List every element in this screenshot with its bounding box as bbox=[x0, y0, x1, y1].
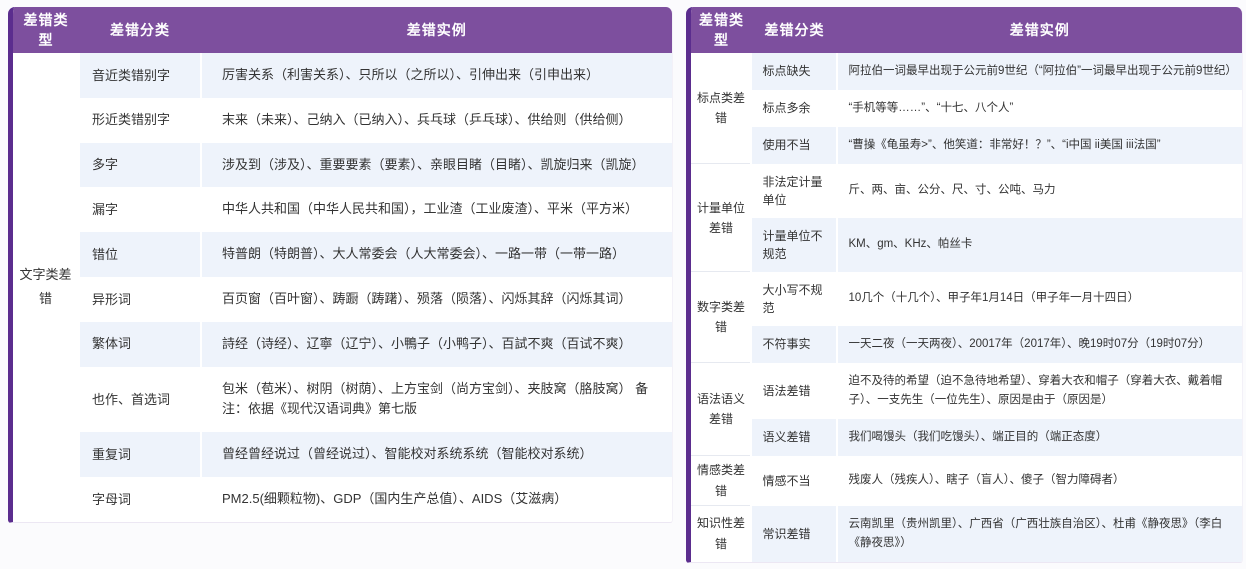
table-row: 异形词百页窗（百叶窗）、踌蹰（踌躇）、殒落（陨落）、闪烁其辞（闪烁其词） bbox=[13, 277, 672, 322]
error-example-cell: “曹操《龟虽寿>”、他笑道：非常好！？”、“i中国 ii美国 iii法国” bbox=[837, 127, 1242, 164]
table-row: 语义差错我们喝馒头（我们吃馒头）、端正目的（端正态度） bbox=[691, 419, 1242, 456]
error-example-cell: 末来（未来）、己纳入（已纳入）、兵乓球（乒乓球）、供给则（供给侧） bbox=[201, 98, 672, 143]
table-row: 错位特普朗（特朗普）、大人常委会（人大常委会）、一路一带（一带一路） bbox=[13, 232, 672, 277]
table-row: 情感类差错情感不当残废人（残疾人）、瞎子（盲人）、傻子（智力障碍者） bbox=[691, 456, 1242, 506]
error-example-cell: 残废人（残疾人）、瞎子（盲人）、傻子（智力障碍者） bbox=[837, 456, 1242, 506]
error-category-cell: 标点缺失 bbox=[751, 53, 837, 90]
other-error-table-card: 差错类型 差错分类 差错实例 标点类差错标点缺失阿拉伯一词最早出现于公元前9世纪… bbox=[686, 7, 1243, 563]
table-row: 计量单位差错非法定计量单位斤、两、亩、公分、尺、寸、公吨、马力 bbox=[691, 164, 1242, 218]
error-category-cell: 音近类错别字 bbox=[79, 53, 201, 98]
table-row: 标点多余“手机等等……”、“十七、八个人” bbox=[691, 90, 1242, 127]
col-header-error-example: 差错实例 bbox=[837, 7, 1242, 53]
table-row: 计量单位不规范KM、gm、KHz、帕丝卡 bbox=[691, 218, 1242, 272]
table-row: 形近类错别字末来（未来）、己纳入（已纳入）、兵乓球（乒乓球）、供给则（供给侧） bbox=[13, 98, 672, 143]
table-row: 字母词PM2.5(细颗粒物)、GDP（国内生产总值）、AIDS（艾滋病） bbox=[13, 477, 672, 522]
error-type-cell: 文字类差错 bbox=[13, 53, 79, 522]
col-header-error-category: 差错分类 bbox=[79, 7, 201, 53]
col-header-error-category: 差错分类 bbox=[751, 7, 837, 53]
error-type-cell: 知识性差错 bbox=[691, 506, 751, 562]
error-category-cell: 常识差错 bbox=[751, 506, 837, 562]
table-row: 不符事实一天二夜（一天两夜）、20017年（2017年）、晚19时07分（19时… bbox=[691, 326, 1242, 363]
error-example-cell: 包米（苞米）、树阴（树荫）、上方宝剑（尚方宝剑）、夹肢窝（胳肢窝） 备注：依据《… bbox=[201, 367, 672, 433]
table-row: 繁体词詩经（诗经）、辽寧（辽宁）、小鴨子（小鸭子）、百試不爽（百试不爽） bbox=[13, 322, 672, 367]
error-category-cell: 情感不当 bbox=[751, 456, 837, 506]
error-example-cell: KM、gm、KHz、帕丝卡 bbox=[837, 218, 1242, 272]
error-type-cell: 语法语义差错 bbox=[691, 363, 751, 456]
error-category-cell: 语法差错 bbox=[751, 363, 837, 419]
table-header-row: 差错类型 差错分类 差错实例 bbox=[691, 7, 1242, 53]
error-example-cell: 詩经（诗经）、辽寧（辽宁）、小鴨子（小鸭子）、百試不爽（百试不爽） bbox=[201, 322, 672, 367]
table-row: 也作、首选词包米（苞米）、树阴（树荫）、上方宝剑（尚方宝剑）、夹肢窝（胳肢窝） … bbox=[13, 367, 672, 433]
error-example-cell: 阿拉伯一词最早出现于公元前9世纪（“阿拉伯”一词最早出现于公元前9世纪） bbox=[837, 53, 1242, 90]
error-example-cell: 斤、两、亩、公分、尺、寸、公吨、马力 bbox=[837, 164, 1242, 218]
error-example-cell: 百页窗（百叶窗）、踌蹰（踌躇）、殒落（陨落）、闪烁其辞（闪烁其词） bbox=[201, 277, 672, 322]
error-category-cell: 语义差错 bbox=[751, 419, 837, 456]
error-example-cell: PM2.5(细颗粒物)、GDP（国内生产总值）、AIDS（艾滋病） bbox=[201, 477, 672, 522]
error-category-cell: 重复词 bbox=[79, 432, 201, 477]
col-header-error-example: 差错实例 bbox=[201, 7, 672, 53]
error-category-cell: 使用不当 bbox=[751, 127, 837, 164]
error-example-cell: 中华人共和国（中华人民共和国），工业渣（工业废渣）、平米（平方米） bbox=[201, 187, 672, 232]
table-row: 数字类差错大小写不规范10几个（十几个）、甲子年1月14日（甲子年一月十四日） bbox=[691, 272, 1242, 326]
error-example-cell: 迫不及待的希望（迫不急待地希望）、穿着大衣和帽子（穿着大衣、戴着帽子）、一支先生… bbox=[837, 363, 1242, 419]
error-example-cell: 10几个（十几个）、甲子年1月14日（甲子年一月十四日） bbox=[837, 272, 1242, 326]
col-header-error-type: 差错类型 bbox=[13, 7, 79, 53]
table-row: 语法语义差错语法差错迫不及待的希望（迫不急待地希望）、穿着大衣和帽子（穿着大衣、… bbox=[691, 363, 1242, 419]
error-category-cell: 标点多余 bbox=[751, 90, 837, 127]
error-example-cell: 云南凯里（贵州凯里）、广西省（广西壮族自治区）、杜甫《静夜思》（李白《静夜思》） bbox=[837, 506, 1242, 562]
col-header-error-type: 差错类型 bbox=[691, 7, 751, 53]
error-category-cell: 漏字 bbox=[79, 187, 201, 232]
text-error-table: 差错类型 差错分类 差错实例 文字类差错音近类错别字厉害关系（利害关系）、只所以… bbox=[13, 7, 672, 522]
error-example-cell: 厉害关系（利害关系）、只所以（之所以）、引伸出来（引申出来） bbox=[201, 53, 672, 98]
error-category-cell: 大小写不规范 bbox=[751, 272, 837, 326]
table-row: 漏字中华人共和国（中华人民共和国），工业渣（工业废渣）、平米（平方米） bbox=[13, 187, 672, 232]
error-type-cell: 情感类差错 bbox=[691, 456, 751, 506]
table-row: 使用不当“曹操《龟虽寿>”、他笑道：非常好！？”、“i中国 ii美国 iii法国… bbox=[691, 127, 1242, 164]
table-row: 知识性差错常识差错云南凯里（贵州凯里）、广西省（广西壮族自治区）、杜甫《静夜思》… bbox=[691, 506, 1242, 562]
table-row: 多字涉及到（涉及）、重要要素（要素）、亲眼目睹（目睹）、凯旋归来（凯旋） bbox=[13, 143, 672, 188]
table-header-row: 差错类型 差错分类 差错实例 bbox=[13, 7, 672, 53]
error-example-cell: 曾经曾经说过（曾经说过）、智能校对系统系统（智能校对系统） bbox=[201, 432, 672, 477]
error-category-cell: 计量单位不规范 bbox=[751, 218, 837, 272]
error-category-cell: 字母词 bbox=[79, 477, 201, 522]
other-error-table: 差错类型 差错分类 差错实例 标点类差错标点缺失阿拉伯一词最早出现于公元前9世纪… bbox=[691, 7, 1242, 562]
error-type-cell: 数字类差错 bbox=[691, 272, 751, 363]
error-category-cell: 异形词 bbox=[79, 277, 201, 322]
error-category-cell: 形近类错别字 bbox=[79, 98, 201, 143]
error-example-cell: 涉及到（涉及）、重要要素（要素）、亲眼目睹（目睹）、凯旋归来（凯旋） bbox=[201, 143, 672, 188]
error-example-cell: 我们喝馒头（我们吃馒头）、端正目的（端正态度） bbox=[837, 419, 1242, 456]
error-category-cell: 非法定计量单位 bbox=[751, 164, 837, 218]
error-category-cell: 也作、首选词 bbox=[79, 367, 201, 433]
error-category-cell: 多字 bbox=[79, 143, 201, 188]
table-row: 标点类差错标点缺失阿拉伯一词最早出现于公元前9世纪（“阿拉伯”一词最早出现于公元… bbox=[691, 53, 1242, 90]
error-example-cell: 一天二夜（一天两夜）、20017年（2017年）、晚19时07分（19时07分） bbox=[837, 326, 1242, 363]
table-row: 重复词曾经曾经说过（曾经说过）、智能校对系统系统（智能校对系统） bbox=[13, 432, 672, 477]
error-type-cell: 标点类差错 bbox=[691, 53, 751, 164]
error-category-cell: 繁体词 bbox=[79, 322, 201, 367]
error-example-cell: 特普朗（特朗普）、大人常委会（人大常委会）、一路一带（一带一路） bbox=[201, 232, 672, 277]
error-category-cell: 错位 bbox=[79, 232, 201, 277]
error-example-cell: “手机等等……”、“十七、八个人” bbox=[837, 90, 1242, 127]
error-type-cell: 计量单位差错 bbox=[691, 164, 751, 272]
error-category-cell: 不符事实 bbox=[751, 326, 837, 363]
table-row: 文字类差错音近类错别字厉害关系（利害关系）、只所以（之所以）、引伸出来（引申出来… bbox=[13, 53, 672, 98]
page: 差错类型 差错分类 差错实例 文字类差错音近类错别字厉害关系（利害关系）、只所以… bbox=[0, 0, 1246, 569]
text-error-table-card: 差错类型 差错分类 差错实例 文字类差错音近类错别字厉害关系（利害关系）、只所以… bbox=[8, 7, 673, 523]
